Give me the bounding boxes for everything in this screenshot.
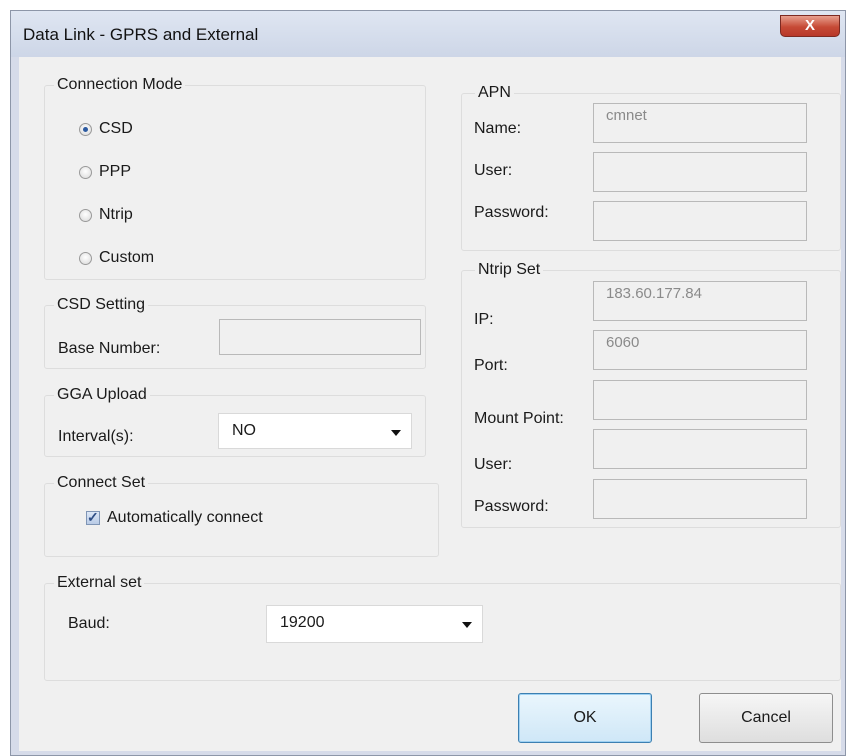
apn-legend: APN bbox=[475, 84, 514, 102]
ntrip-mount-point-label: Mount Point: bbox=[474, 410, 564, 427]
radio-button[interactable] bbox=[79, 251, 92, 265]
chevron-down-icon[interactable] bbox=[462, 622, 472, 628]
gga-upload-group: GGA Upload Interval(s): NO bbox=[44, 386, 426, 457]
ntrip-user-field[interactable] bbox=[593, 429, 807, 469]
baud-label: Baud: bbox=[68, 615, 110, 632]
radio-label-custom: Custom bbox=[99, 249, 155, 266]
apn-password-label: Password: bbox=[474, 204, 549, 221]
radio-custom[interactable]: Custom bbox=[79, 249, 154, 267]
radio-button[interactable] bbox=[79, 122, 92, 136]
apn-name-field[interactable]: cmnet bbox=[593, 103, 807, 143]
dialog-body: Connection Mode CSD PPP Ntrip Custom CSD… bbox=[19, 57, 841, 751]
radio-button[interactable] bbox=[79, 165, 92, 179]
csd-setting-legend: CSD Setting bbox=[54, 296, 149, 314]
apn-user-label: User: bbox=[474, 162, 513, 179]
ok-button[interactable]: OK bbox=[518, 693, 652, 743]
base-number-label: Base Number: bbox=[58, 340, 161, 357]
interval-value: NO bbox=[232, 422, 256, 439]
apn-group: APN Name: cmnet User: Password: bbox=[461, 84, 841, 251]
cancel-button[interactable]: Cancel bbox=[699, 693, 833, 743]
ntrip-password-field[interactable] bbox=[593, 479, 807, 519]
baud-dropdown[interactable]: 19200 bbox=[266, 605, 483, 643]
connect-set-legend: Connect Set bbox=[54, 474, 149, 492]
interval-dropdown[interactable]: NO bbox=[218, 413, 412, 449]
interval-label: Interval(s): bbox=[58, 428, 134, 445]
radio-ppp[interactable]: PPP bbox=[79, 163, 131, 181]
radio-label-ppp: PPP bbox=[99, 163, 132, 180]
auto-connect-checkbox[interactable]: Automatically connect bbox=[86, 509, 263, 527]
connect-set-group: Connect Set Automatically connect bbox=[44, 474, 439, 557]
ntrip-set-group: Ntrip Set IP: 183.60.177.84 Port: 6060 M… bbox=[461, 261, 841, 528]
baud-value: 19200 bbox=[280, 614, 325, 631]
radio-label-ntrip: Ntrip bbox=[99, 206, 133, 223]
apn-name-label: Name: bbox=[474, 120, 522, 137]
ntrip-mount-point-field[interactable] bbox=[593, 380, 807, 420]
connection-mode-group: Connection Mode CSD PPP Ntrip Custom bbox=[44, 76, 426, 280]
external-set-group: External set Baud: 19200 bbox=[44, 574, 841, 681]
radio-csd[interactable]: CSD bbox=[79, 120, 133, 138]
ntrip-user-label: User: bbox=[474, 456, 513, 473]
ntrip-ip-field[interactable]: 183.60.177.84 bbox=[593, 281, 807, 321]
auto-connect-label: Automatically connect bbox=[107, 509, 263, 526]
csd-setting-group: CSD Setting Base Number: bbox=[44, 296, 426, 369]
radio-label-csd: CSD bbox=[99, 120, 133, 137]
ntrip-port-field[interactable]: 6060 bbox=[593, 330, 807, 370]
apn-password-field[interactable] bbox=[593, 201, 807, 241]
base-number-field[interactable] bbox=[219, 319, 421, 355]
dialog-window: Data Link - GPRS and External X Connecti… bbox=[10, 10, 846, 756]
ntrip-set-legend: Ntrip Set bbox=[475, 261, 544, 279]
close-icon: X bbox=[804, 17, 815, 34]
close-button[interactable]: X bbox=[780, 15, 840, 37]
apn-user-field[interactable] bbox=[593, 152, 807, 192]
chevron-down-icon[interactable] bbox=[391, 430, 401, 436]
radio-ntrip[interactable]: Ntrip bbox=[79, 206, 133, 224]
ntrip-port-label: Port: bbox=[474, 357, 508, 374]
ntrip-password-label: Password: bbox=[474, 498, 549, 515]
title-bar[interactable]: Data Link - GPRS and External X bbox=[11, 11, 845, 57]
connection-mode-legend: Connection Mode bbox=[54, 76, 186, 94]
radio-button[interactable] bbox=[79, 208, 92, 222]
window-title: Data Link - GPRS and External bbox=[23, 25, 259, 44]
ntrip-ip-label: IP: bbox=[474, 311, 494, 328]
checkbox-checked-icon[interactable] bbox=[86, 509, 100, 526]
external-set-legend: External set bbox=[54, 574, 145, 592]
gga-upload-legend: GGA Upload bbox=[54, 386, 150, 404]
